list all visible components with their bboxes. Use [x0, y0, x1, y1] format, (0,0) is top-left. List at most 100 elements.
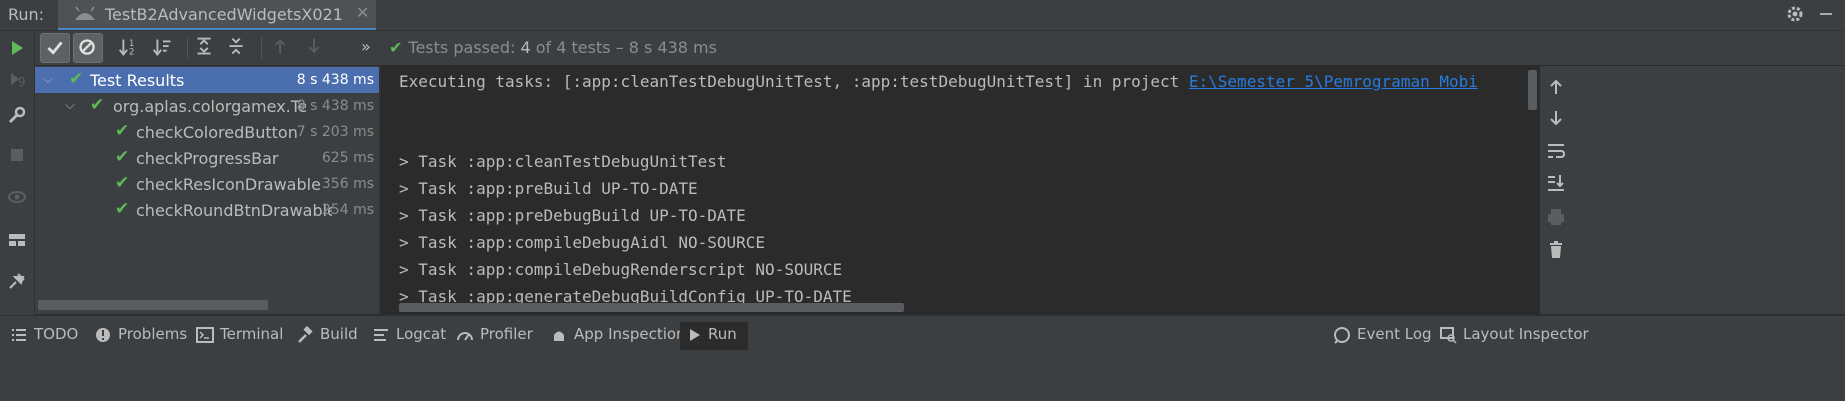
test-results-tree: ⌵ ✔ Test Results 8 s 438 ms ⌵ ✔ org.apla…	[35, 66, 379, 314]
pass-check-icon: ✔	[115, 121, 130, 141]
gear-icon[interactable]	[1785, 4, 1805, 24]
checkmark-icon	[47, 41, 63, 55]
app-inspection-label: App Inspection	[574, 325, 686, 343]
svg-text:9: 9	[18, 75, 26, 89]
tab-title: TestB2AdvancedWidgetsX021	[105, 5, 343, 24]
console-line: > Task :app:preDebugBuild UP-TO-DATE	[399, 206, 746, 225]
tree-node-test-results[interactable]: ⌵ ✔ Test Results 8 s 438 ms	[35, 67, 379, 93]
soft-wrap-icon[interactable]	[1545, 140, 1567, 162]
hide-icon[interactable]	[1820, 13, 1832, 15]
console-action-strip	[1540, 66, 1845, 314]
up-arrow-icon[interactable]	[1545, 76, 1567, 98]
test-toolbar: 12 » ✔ Tests passed: 4 of 4 tests – 8 s 4…	[35, 31, 1845, 65]
tree-node-test-class[interactable]: ⌵ ✔ org.aplas.colorgamex.TestB2 8 s 438 …	[35, 93, 379, 119]
problems-tool-button[interactable]: Problems	[94, 322, 187, 350]
event-log-label: Event Log	[1357, 325, 1432, 343]
play-icon	[690, 329, 700, 341]
trash-icon[interactable]	[1545, 239, 1567, 261]
tree-node-test[interactable]: ✔ checkRoundBtnDrawable 254 ms	[35, 197, 379, 223]
run-label: Run	[708, 325, 737, 343]
expand-all-icon	[197, 37, 211, 55]
run-tool-window-header: Run: TestB2AdvancedWidgetsX021 ✕	[0, 0, 1845, 31]
tree-node-duration: 625 ms	[321, 150, 374, 166]
todo-tool-button[interactable]: TODO	[10, 322, 80, 350]
console-output[interactable]: Executing tasks: [:app:cleanTestDebugUni…	[381, 66, 1538, 314]
android-inspect-icon	[554, 331, 564, 341]
passed-count: 4	[520, 38, 531, 57]
tree-node-duration: 8 s 438 ms	[296, 98, 374, 114]
show-passed-button[interactable]	[40, 33, 70, 63]
chevron-down-icon[interactable]: ⌵	[43, 72, 53, 87]
tree-node-label: checkResIconDrawable	[136, 175, 321, 194]
todo-label: TODO	[34, 325, 79, 343]
chevron-down-icon[interactable]: ⌵	[65, 98, 75, 113]
rerun-icon[interactable]	[7, 38, 27, 58]
pass-check-icon: ✔	[115, 173, 130, 193]
tree-node-test[interactable]: ✔ checkProgressBar 625 ms	[35, 145, 379, 171]
down-arrow-icon[interactable]	[1545, 107, 1567, 129]
rerun-failed-icon[interactable]: 9	[7, 69, 27, 89]
expand-all-button[interactable]	[191, 33, 221, 63]
tree-node-test[interactable]: ✔ checkResIconDrawable 356 ms	[35, 171, 379, 197]
logcat-tool-button[interactable]: Logcat	[372, 322, 446, 350]
terminal-tool-button[interactable]: Terminal	[196, 322, 284, 350]
profiler-tool-button[interactable]: Profiler	[456, 322, 533, 350]
status-suffix: of 4 tests – 8 s 438 ms	[535, 38, 717, 57]
logcat-label: Logcat	[396, 325, 447, 343]
project-path-link[interactable]: E:\Semester 5\Pemrograman Mobi	[1189, 72, 1478, 91]
test-status-summary: ✔ Tests passed: 4 of 4 tests – 8 s 438 ms	[389, 38, 717, 57]
bottom-tool-window-bar: TODO Problems Terminal Build Logcat Prof…	[0, 315, 1845, 401]
pass-check-icon: ✔	[115, 199, 130, 219]
collapse-all-button[interactable]	[223, 33, 253, 63]
arrow-up-icon	[274, 39, 286, 54]
sort-by-duration-button[interactable]	[149, 33, 179, 63]
svg-text:2: 2	[129, 46, 134, 56]
sort-alphabetically-button[interactable]: 12	[115, 33, 145, 63]
more-actions-chevron[interactable]: »	[361, 37, 371, 56]
console-line: > Task :app:compileDebugRenderscript NO-…	[399, 260, 843, 279]
layout-icon[interactable]	[7, 230, 27, 250]
show-ignored-button[interactable]	[73, 33, 103, 63]
app-inspection-tool-button[interactable]: App Inspection	[550, 322, 686, 350]
tree-horizontal-scrollbar[interactable]	[38, 300, 268, 310]
todo-icon	[12, 329, 26, 341]
run-configuration-tab[interactable]: TestB2AdvancedWidgetsX021 ✕	[58, 0, 376, 30]
android-icon	[75, 6, 95, 20]
pass-check-icon: ✔	[69, 69, 84, 89]
console-line: > Task :app:compileDebugAidl NO-SOURCE	[399, 233, 766, 252]
run-label: Run:	[8, 5, 45, 24]
stop-icon[interactable]	[7, 145, 27, 165]
tree-node-label: checkRoundBtnDrawable	[136, 201, 332, 220]
previous-failed-test-button[interactable]	[267, 33, 297, 63]
tree-node-duration: 356 ms	[321, 176, 374, 192]
layout-inspector-tool-button[interactable]: Layout Inspector	[1439, 322, 1589, 350]
eye-icon[interactable]	[7, 187, 27, 207]
console-horizontal-scrollbar[interactable]	[399, 303, 904, 312]
status-prefix: Tests passed:	[408, 38, 516, 57]
build-tool-button[interactable]: Build	[296, 322, 358, 350]
ignored-icon	[79, 39, 95, 55]
tree-node-label: Test Results	[90, 71, 185, 90]
wrench-icon[interactable]	[7, 105, 27, 125]
event-log-icon	[1334, 327, 1350, 344]
profiler-label: Profiler	[480, 325, 533, 343]
hammer-icon	[298, 326, 313, 343]
tree-node-label: checkProgressBar	[136, 149, 279, 168]
sort-alpha-icon: 12	[118, 38, 134, 56]
toolbar-divider	[187, 37, 188, 59]
close-tab-icon[interactable]: ✕	[356, 3, 369, 22]
toolbar-divider	[261, 37, 262, 59]
scroll-to-end-icon[interactable]	[1545, 172, 1567, 194]
layout-inspector-icon	[1440, 327, 1457, 344]
pin-icon[interactable]	[7, 271, 27, 291]
console-vertical-scrollbar[interactable]	[1528, 70, 1537, 110]
problems-icon	[96, 328, 110, 342]
executing-text: Executing tasks: [:app:cleanTestDebugUni…	[399, 72, 1189, 91]
tree-node-label: org.aplas.colorgamex.TestB2	[113, 97, 306, 116]
layout-inspector-label: Layout Inspector	[1463, 325, 1589, 343]
run-tool-button[interactable]: Run	[680, 322, 748, 350]
tree-node-test[interactable]: ✔ checkColoredButton 7 s 203 ms	[35, 119, 379, 145]
next-failed-test-button[interactable]	[301, 33, 331, 63]
event-log-tool-button[interactable]: Event Log	[1333, 322, 1432, 350]
print-icon[interactable]	[1545, 206, 1567, 228]
